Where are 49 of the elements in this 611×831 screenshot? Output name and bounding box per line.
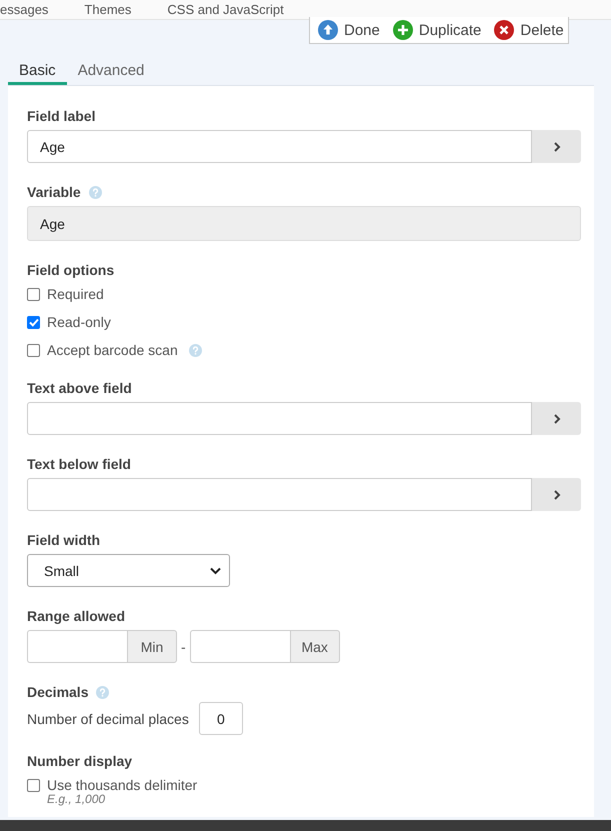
field-heading: Number display <box>27 753 132 769</box>
nav-tab[interactable]: CSS and JavaScript <box>167 2 284 17</box>
tab[interactable]: Advanced <box>66 59 156 85</box>
chevron-down-icon <box>210 566 221 574</box>
help-icon[interactable] <box>88 186 102 198</box>
help-icon[interactable] <box>96 686 110 698</box>
expand-button[interactable] <box>532 130 581 163</box>
hint-text: E.g., 1,000 <box>47 792 106 806</box>
number-field[interactable]: 0 <box>198 702 243 735</box>
checkbox-label[interactable]: Read-only <box>47 314 111 330</box>
text-field[interactable] <box>27 402 532 435</box>
field-heading: Field options <box>27 262 114 278</box>
nav-tab[interactable]: Themes <box>84 2 132 17</box>
checkbox[interactable] <box>27 778 40 792</box>
help-icon[interactable] <box>188 344 202 356</box>
expand-button[interactable] <box>532 402 581 435</box>
checkbox-label[interactable]: Use thousands delimiter <box>47 777 198 793</box>
readonly-field: Age <box>27 206 581 241</box>
chevron-icon <box>552 488 562 500</box>
delete-button[interactable]: Delete <box>494 20 564 40</box>
field-heading: Decimals <box>27 684 88 700</box>
min-field[interactable] <box>27 630 127 663</box>
field-heading: Field width <box>27 532 100 548</box>
expand-button[interactable] <box>532 478 581 511</box>
checkbox[interactable] <box>27 316 40 328</box>
field-heading: Variable <box>27 184 81 200</box>
close-icon <box>494 20 514 40</box>
checkbox-label[interactable]: Required <box>47 286 104 302</box>
chevron-icon <box>552 140 562 152</box>
max-field[interactable] <box>190 630 290 663</box>
checkbox[interactable] <box>27 288 40 300</box>
text-field[interactable]: Age <box>27 130 532 163</box>
addon-label: Min <box>127 630 177 663</box>
checkbox[interactable] <box>27 344 40 356</box>
field-heading: Text below field <box>27 456 131 472</box>
addon-label: Max <box>290 630 340 663</box>
plus-icon <box>392 20 413 40</box>
text-field[interactable] <box>27 478 532 511</box>
field-heading: Text above field <box>27 380 132 396</box>
checkbox-label[interactable]: Accept barcode scan <box>47 342 178 358</box>
chevron-icon <box>552 412 562 424</box>
field-heading: Range allowed <box>27 608 126 624</box>
range-separator: - <box>180 638 187 654</box>
nav-tab[interactable]: essages <box>0 2 48 17</box>
field-heading: Field label <box>27 108 96 124</box>
duplicate-button[interactable]: Duplicate <box>392 20 482 40</box>
select-dropdown[interactable]: Small <box>27 554 230 587</box>
done-button[interactable]: Done <box>318 20 380 40</box>
field-prompt: Number of decimal places <box>27 710 189 726</box>
